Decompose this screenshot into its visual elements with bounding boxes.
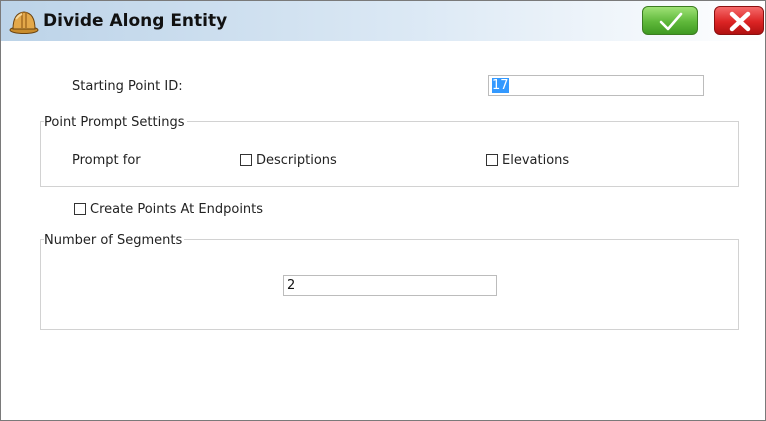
point-prompt-settings-legend: Point Prompt Settings (44, 115, 187, 130)
dialog-window: Divide Along Entity Starting Point ID: 1… (0, 0, 766, 421)
create-endpoints-label: Create Points At Endpoints (90, 202, 264, 217)
descriptions-label: Descriptions (256, 153, 337, 168)
prompt-for-label: Prompt for (72, 153, 141, 168)
elevations-label: Elevations (502, 153, 570, 168)
starting-point-id-input[interactable]: 17 (488, 75, 704, 96)
number-of-segments-legend: Number of Segments (44, 233, 185, 248)
title-bar: Divide Along Entity (1, 1, 765, 41)
number-of-segments-input[interactable]: 2 (283, 275, 497, 296)
create-endpoints-checkbox[interactable] (74, 203, 86, 215)
hardhat-icon (9, 7, 39, 35)
starting-point-id-value: 17 (492, 78, 509, 93)
window-title: Divide Along Entity (43, 11, 228, 31)
elevations-checkbox[interactable] (486, 154, 498, 166)
descriptions-checkbox[interactable] (240, 154, 252, 166)
starting-point-id-label: Starting Point ID: (72, 79, 183, 94)
cancel-button[interactable] (714, 6, 764, 35)
point-prompt-settings-group (40, 121, 739, 187)
ok-button[interactable] (642, 6, 698, 35)
